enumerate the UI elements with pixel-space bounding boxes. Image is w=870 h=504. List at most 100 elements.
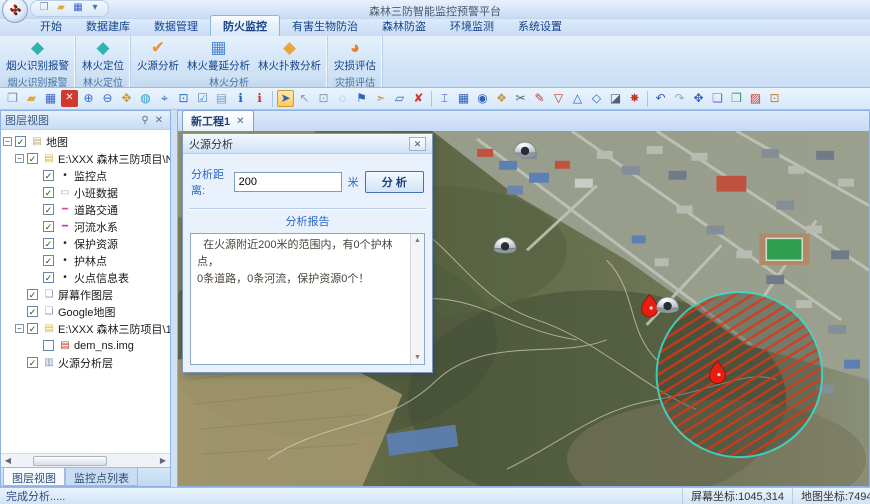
expander-icon[interactable] bbox=[31, 239, 40, 248]
expander-icon[interactable] bbox=[31, 222, 40, 231]
vertical-scrollbar[interactable]: ▲ ▼ bbox=[410, 234, 424, 364]
layer-checkbox[interactable]: ✓ bbox=[43, 255, 54, 266]
layer-dem-image[interactable]: ▤ dem_ns.img bbox=[1, 337, 170, 354]
divider[interactable] bbox=[647, 91, 648, 107]
expander-icon[interactable] bbox=[31, 205, 40, 214]
layer-checkbox[interactable]: ✓ bbox=[43, 187, 54, 198]
scrollbar-thumb[interactable] bbox=[33, 456, 107, 466]
layer-map[interactable]: − ✓ ▤ 地图 bbox=[1, 133, 170, 150]
scroll-left-icon[interactable]: ◀ bbox=[1, 456, 15, 465]
new-file-icon[interactable]: ❐ bbox=[37, 1, 51, 15]
fire-source-analysis-button[interactable]: ✔ 火源分析 bbox=[133, 37, 183, 74]
select-cursor-icon[interactable]: ➤ bbox=[277, 90, 294, 107]
layer-dem-database[interactable]: − ✓ ▤ E:\XXX 森林三防项目\19青海 bbox=[1, 320, 170, 337]
save-file-icon[interactable]: ▦ bbox=[71, 1, 85, 15]
identify-info-icon[interactable]: ℹ bbox=[232, 90, 249, 107]
layer-checkbox[interactable]: ✓ bbox=[27, 289, 38, 300]
fire-suppression-analysis-button[interactable]: ◆ 林火扑救分析 bbox=[254, 37, 325, 74]
move-icon[interactable]: ✥ bbox=[690, 90, 707, 107]
sidebar-tab[interactable]: 图层视图 bbox=[3, 468, 65, 486]
attribute-page-icon[interactable]: ▤ bbox=[213, 90, 230, 107]
select-circle-icon[interactable]: ◌ bbox=[334, 90, 351, 107]
expander-icon[interactable] bbox=[31, 341, 40, 350]
flag-icon[interactable]: ⚑ bbox=[353, 90, 370, 107]
horizontal-scrollbar[interactable]: ◀ ▶ bbox=[1, 453, 170, 467]
small-rect-icon[interactable]: ⊡ bbox=[766, 90, 783, 107]
map-viewport[interactable]: 火源分析 ✕ 分析距离: 米 分 析 分析报告 在火源附近200米的范围内，有0… bbox=[178, 131, 869, 486]
layer-fire-analysis[interactable]: ✓ ▥ 火源分析层 bbox=[1, 354, 170, 371]
scroll-up-icon[interactable]: ▲ bbox=[411, 234, 424, 247]
layer-rivers[interactable]: ✓ ━ 河流水系 bbox=[1, 218, 170, 235]
expander-icon[interactable] bbox=[31, 273, 40, 282]
dialog-title-bar[interactable]: 火源分析 ✕ bbox=[183, 134, 432, 154]
expander-icon[interactable] bbox=[15, 358, 24, 367]
layer-protected-resources[interactable]: ✓ • 保护资源 bbox=[1, 235, 170, 252]
zoom-in-icon[interactable]: ⊕ bbox=[80, 90, 97, 107]
analyze-button[interactable]: 分 析 bbox=[365, 171, 424, 193]
forest-fire-locating-button[interactable]: ◆ 林火定位 bbox=[78, 37, 128, 74]
undo-icon[interactable]: ↶ bbox=[652, 90, 669, 107]
layers-icon[interactable]: ❖ bbox=[493, 90, 510, 107]
import-layer-icon[interactable]: ❐ bbox=[728, 90, 745, 107]
analysis-report-box[interactable]: 在火源附近200米的范围内，有0个护林点， 0条道路，0条河流，保护资源0个！ … bbox=[190, 233, 425, 365]
clear-selection-icon[interactable]: ✸ bbox=[626, 90, 643, 107]
zoom-out-icon[interactable]: ⊖ bbox=[99, 90, 116, 107]
pen-icon[interactable]: ✎ bbox=[531, 90, 548, 107]
scissors-icon[interactable]: ✂ bbox=[512, 90, 529, 107]
layer-checkbox[interactable] bbox=[43, 340, 54, 351]
layer-checkbox[interactable]: ✓ bbox=[43, 204, 54, 215]
expander-icon[interactable]: − bbox=[3, 137, 12, 146]
layer-ranger-points[interactable]: ✓ • 护林点 bbox=[1, 252, 170, 269]
ribbon-tab[interactable]: 有害生物防治 bbox=[280, 16, 370, 36]
layer-ns-database[interactable]: − ✓ ▤ E:\XXX 森林三防项目\NS.m bbox=[1, 150, 170, 167]
open-file-icon[interactable]: ▰ bbox=[54, 1, 68, 15]
grid-select-icon[interactable]: ▦ bbox=[455, 90, 472, 107]
quick-access-more-icon[interactable]: ▾ bbox=[88, 1, 102, 15]
triangle-down-icon[interactable]: ▽ bbox=[550, 90, 567, 107]
layer-google-map[interactable]: ✓ ❏ Google地图 bbox=[1, 303, 170, 320]
expander-icon[interactable] bbox=[31, 256, 40, 265]
select-box-icon[interactable]: ⊡ bbox=[315, 90, 332, 107]
distance-input[interactable] bbox=[234, 172, 342, 192]
layer-roads[interactable]: ✓ ━ 道路交通 bbox=[1, 201, 170, 218]
close-tab-icon[interactable]: ✕ bbox=[236, 116, 244, 127]
pin-icon[interactable]: ⚲ bbox=[138, 115, 152, 126]
layer-checkbox[interactable]: ✓ bbox=[43, 272, 54, 283]
measure-icon[interactable]: ⌶ bbox=[436, 90, 453, 107]
extent-box-icon[interactable]: ⊡ bbox=[175, 90, 192, 107]
expander-icon[interactable] bbox=[15, 290, 24, 299]
damage-assessment-button[interactable]: ◕ 灾损评估 bbox=[330, 37, 380, 74]
save-icon[interactable]: ▦ bbox=[42, 90, 59, 107]
full-extent-icon[interactable]: ◍ bbox=[137, 90, 154, 107]
scroll-down-icon[interactable]: ▼ bbox=[411, 351, 424, 364]
expander-icon[interactable] bbox=[15, 307, 24, 316]
eye-icon[interactable]: ◉ bbox=[474, 90, 491, 107]
layer-checkbox[interactable]: ✓ bbox=[43, 221, 54, 232]
select-check-icon[interactable]: ☑ bbox=[194, 90, 211, 107]
sidebar-tab[interactable]: 监控点列表 bbox=[65, 468, 138, 486]
delete-icon[interactable]: ✘ bbox=[410, 90, 427, 107]
smoke-fire-alarm-button[interactable]: ◆ 烟火识别报警 bbox=[2, 37, 73, 74]
ribbon-tab[interactable]: 防火监控 bbox=[210, 15, 280, 36]
layer-fire-info-table[interactable]: ✓ • 火点信息表 bbox=[1, 269, 170, 286]
layer-checkbox[interactable]: ✓ bbox=[27, 323, 38, 334]
expander-icon[interactable] bbox=[31, 171, 40, 180]
divider[interactable] bbox=[431, 91, 432, 107]
expander-icon[interactable]: − bbox=[15, 324, 24, 333]
redo-icon[interactable]: ↷ bbox=[671, 90, 688, 107]
edit-polygon-icon[interactable]: ▱ bbox=[391, 90, 408, 107]
layer-screen-drawing[interactable]: ✓ ❏ 屏幕作图层 bbox=[1, 286, 170, 303]
diamond-icon[interactable]: ◇ bbox=[588, 90, 605, 107]
edit-vertex-icon[interactable]: ◪ bbox=[607, 90, 624, 107]
layer-monitor-points[interactable]: ✓ • 监控点 bbox=[1, 167, 170, 184]
send-layer-icon[interactable]: ❏ bbox=[709, 90, 726, 107]
select-feature-icon[interactable]: ➣ bbox=[372, 90, 389, 107]
slash-rect-icon[interactable]: ▨ bbox=[747, 90, 764, 107]
fire-spread-analysis-button[interactable]: ▦ 林火蔓延分析 bbox=[183, 37, 254, 74]
ribbon-tab[interactable]: 环境监测 bbox=[438, 16, 506, 36]
close-icon[interactable]: ✕ bbox=[152, 115, 166, 126]
document-tab[interactable]: 新工程1 ✕ bbox=[182, 110, 254, 131]
layer-checkbox[interactable]: ✓ bbox=[15, 136, 26, 147]
layer-checkbox[interactable]: ✓ bbox=[43, 238, 54, 249]
ribbon-tab[interactable]: 森林防盗 bbox=[370, 16, 438, 36]
